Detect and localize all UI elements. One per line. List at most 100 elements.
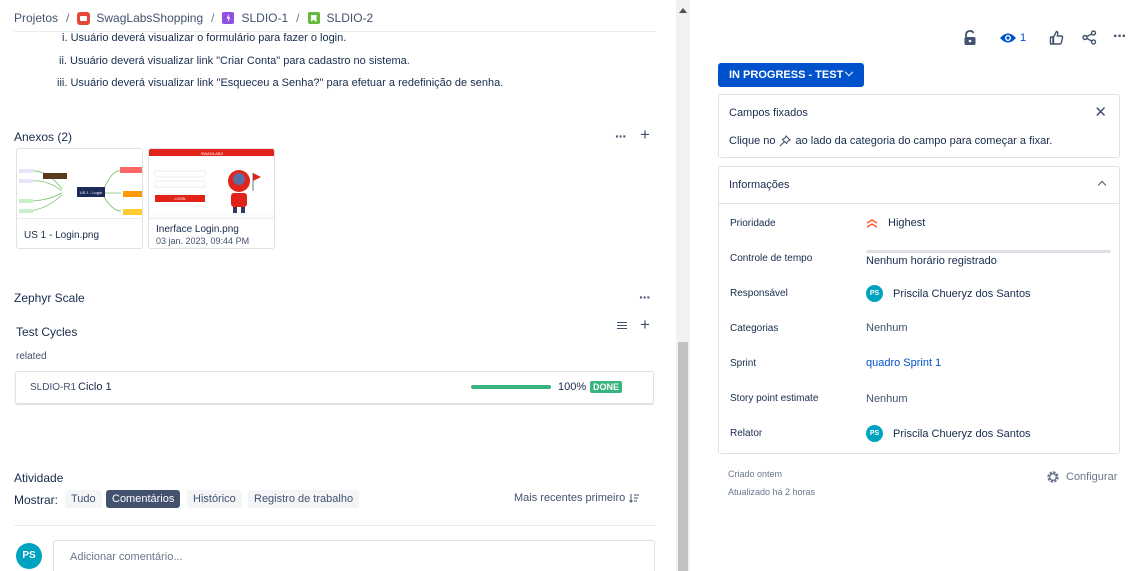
priority-highest-icon	[866, 219, 878, 228]
attachment-card[interactable]: US 1 - Login US 1 - Login.png	[16, 148, 143, 249]
show-label: Mostrar:	[14, 493, 59, 507]
pinned-fields-title: Campos fixados	[729, 107, 808, 119]
filter-worklog[interactable]: Registro de trabalho	[248, 490, 360, 508]
svg-text:US 1 - Login: US 1 - Login	[80, 190, 102, 195]
test-cycle-progress	[471, 385, 551, 389]
breadcrumb-separator: /	[66, 11, 70, 25]
scroll-thumb[interactable]	[678, 342, 688, 571]
zephyr-title: Zephyr Scale	[14, 291, 85, 305]
breadcrumb-projects[interactable]: Projetos	[14, 11, 58, 25]
sprint-value[interactable]: quadro Sprint 1	[866, 357, 941, 369]
time-tracking-label: Controle de tempo	[730, 253, 813, 264]
test-cycle-row[interactable]: SLDIO-R1 Ciclo 1 100% DONE	[15, 371, 654, 404]
test-cycle-percent: 100%	[558, 381, 587, 393]
sort-button[interactable]: Mais recentes primeiro	[514, 492, 640, 504]
comment-input[interactable]: Adicionar comentário...	[53, 540, 655, 571]
attachment-date: 03 jan. 2023, 09:44 PM	[156, 236, 250, 246]
breadcrumb-issue[interactable]: SLDIO-2	[307, 11, 374, 25]
sprint-label: Sprint	[730, 358, 757, 369]
thumbs-up-icon[interactable]	[1049, 30, 1064, 45]
share-icon[interactable]	[1082, 30, 1097, 45]
list-icon[interactable]	[617, 320, 627, 329]
priority-value: Highest	[888, 217, 926, 229]
filter-all[interactable]: Tudo	[65, 490, 102, 508]
filter-history[interactable]: Histórico	[187, 490, 242, 508]
attachment-card[interactable]: SWAGLABS LOGIN Inerface Login.png 03 jan…	[148, 148, 275, 249]
attachment-thumbnail: US 1 - Login	[17, 149, 142, 219]
breadcrumb-epic-label: SLDIO-1	[241, 11, 289, 25]
zephyr-more-icon[interactable]: ···	[639, 290, 651, 304]
story-icon	[307, 12, 320, 24]
categories-value[interactable]: Nenhum	[866, 322, 908, 334]
status-label: IN PROGRESS - TEST	[729, 69, 844, 81]
gear-icon	[1047, 471, 1059, 483]
story-points-value[interactable]: Nenhum	[866, 393, 908, 405]
issue-side-panel: 1 ··· IN PROGRESS - TEST Campos fixados …	[690, 0, 1134, 571]
reporter-field[interactable]: PS Priscila Chueryz dos Santos	[866, 425, 1031, 442]
reporter-value: Priscila Chueryz dos Santos	[893, 427, 1031, 440]
breadcrumb-epic[interactable]: SLDIO-1	[222, 11, 288, 25]
issue-main-panel: Projetos / SwagLabsShopping / SLDIO-1 / …	[0, 0, 676, 571]
attachment-name: US 1 - Login.png	[24, 230, 100, 241]
activity-divider	[14, 525, 656, 526]
configure-button[interactable]: Configurar	[1046, 470, 1117, 484]
attachments-more-icon[interactable]: ···	[615, 129, 627, 143]
configure-label: Configurar	[1066, 471, 1118, 483]
svg-text:LOGIN: LOGIN	[175, 197, 186, 201]
progress-fill	[471, 385, 551, 389]
epic-icon	[222, 12, 235, 24]
reporter-label: Relator	[730, 428, 763, 439]
filter-comments[interactable]: Comentários	[106, 490, 181, 508]
priority-label: Prioridade	[730, 218, 776, 229]
watch-count: 1	[1020, 32, 1027, 44]
issue-actions: 1 ···	[690, 28, 1134, 48]
scrollbar[interactable]	[676, 0, 690, 571]
test-cycle-key[interactable]: SLDIO-R1	[30, 382, 76, 393]
lock-icon[interactable]	[963, 30, 977, 46]
close-icon[interactable]: ✕	[1094, 103, 1107, 121]
avatar[interactable]: PS	[16, 543, 42, 569]
sort-icon	[629, 494, 640, 503]
assignee-label: Responsável	[730, 288, 788, 299]
pin-icon	[780, 135, 792, 147]
info-panel: Informações Prioridade Highest Controle …	[718, 166, 1120, 454]
attachments-title: Anexos (2)	[14, 130, 73, 144]
test-cycle-name: Ciclo 1	[78, 381, 112, 393]
breadcrumb-issue-label: SLDIO-2	[326, 11, 374, 25]
info-header[interactable]: Informações	[719, 167, 1119, 204]
assignee-field[interactable]: PS Priscila Chueryz dos Santos	[866, 285, 1031, 302]
attachment-name: Inerface Login.png	[156, 224, 239, 235]
breadcrumb: Projetos / SwagLabsShopping / SLDIO-1 / …	[14, 11, 373, 25]
assignee-value: Priscila Chueryz dos Santos	[893, 287, 1031, 300]
categories-label: Categorias	[730, 323, 779, 334]
sort-label: Mais recentes primeiro	[514, 492, 626, 504]
description-item: i. Usuário deverá visualizar o formulári…	[62, 32, 347, 44]
time-tracking-value[interactable]: Nenhum horário registrado	[866, 255, 997, 267]
eye-icon[interactable]	[999, 32, 1017, 44]
updated-date: Atualizado há 2 horas	[728, 487, 816, 497]
avatar: PS	[866, 425, 883, 442]
attachment-thumbnail: SWAGLABS LOGIN	[149, 149, 274, 219]
priority-field[interactable]: Highest	[866, 217, 925, 229]
description-item: ii. Usuário deverá visualizar link "Cria…	[59, 55, 410, 67]
avatar: PS	[866, 285, 883, 302]
svg-text:SWAGLABS: SWAGLABS	[201, 151, 224, 156]
status-dropdown[interactable]: IN PROGRESS - TEST	[718, 63, 864, 87]
story-points-label: Story point estimate	[730, 393, 819, 404]
pinned-fields-hint: Clique no ao lado da categoria do campo …	[729, 135, 1053, 147]
more-actions-icon[interactable]: ···	[1113, 28, 1127, 46]
created-date: Criado ontem	[728, 469, 783, 479]
add-test-cycle-icon[interactable]: +	[640, 316, 650, 333]
breadcrumb-separator: /	[211, 11, 215, 25]
breadcrumb-project[interactable]: SwagLabsShopping	[77, 11, 203, 25]
chevron-up-icon[interactable]	[1097, 180, 1107, 190]
related-label: related	[16, 351, 47, 362]
mindmap-thumbnail: US 1 - Login	[17, 149, 142, 218]
breadcrumb-project-label: SwagLabsShopping	[96, 11, 204, 25]
pinned-fields-panel: Campos fixados ✕ Clique no ao lado da ca…	[718, 94, 1120, 158]
status-badge: DONE	[590, 381, 623, 393]
scroll-up-icon[interactable]	[679, 8, 687, 13]
info-title: Informações	[729, 179, 790, 191]
test-cycles-title: Test Cycles	[16, 325, 78, 339]
add-attachment-icon[interactable]: +	[640, 126, 650, 143]
